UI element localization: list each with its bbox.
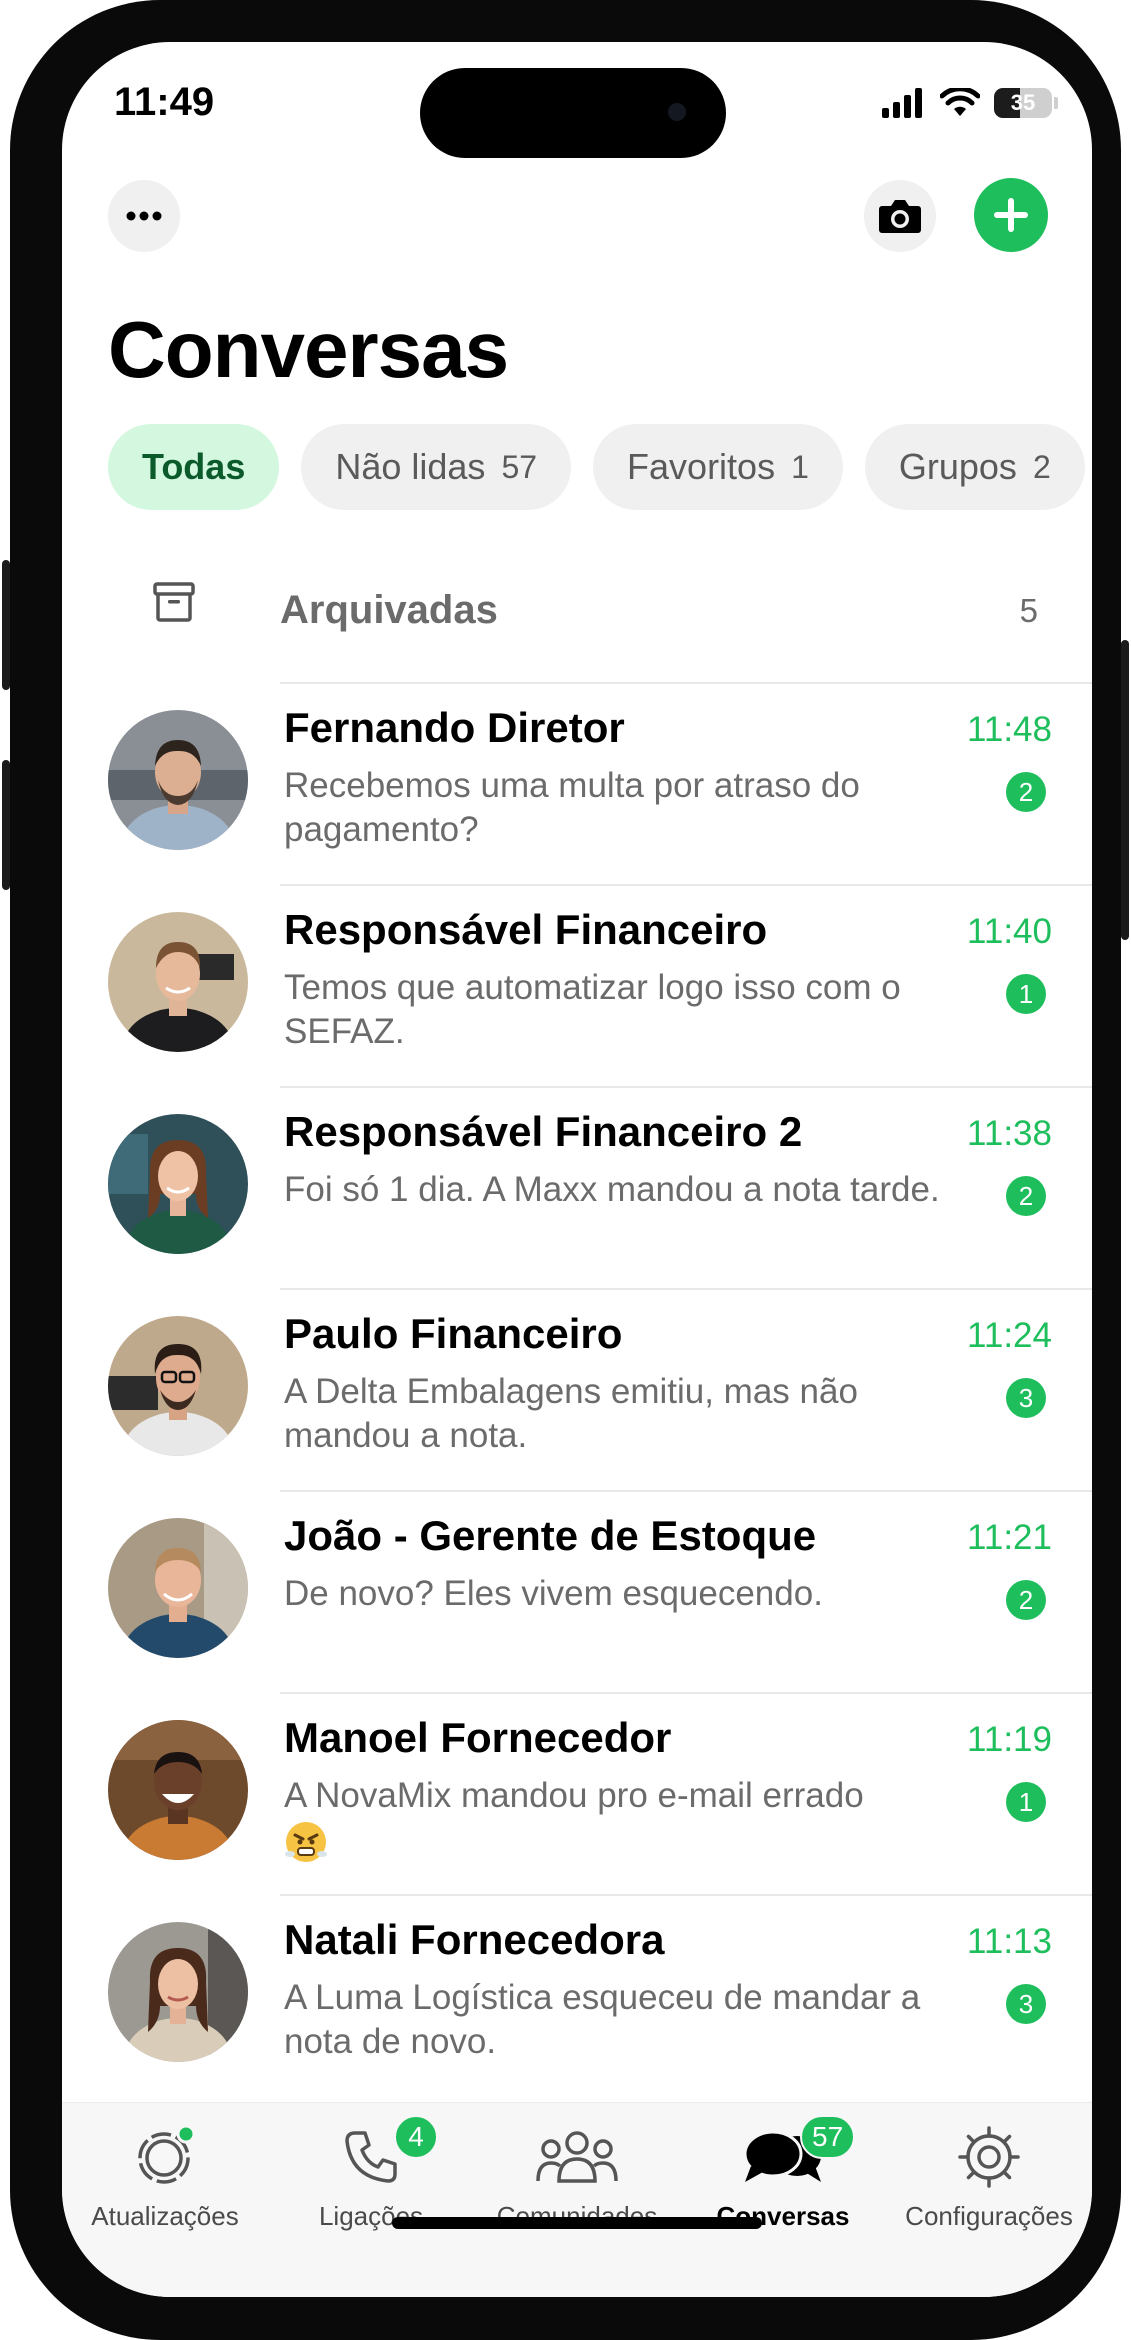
tab-settings[interactable]: Configurações: [886, 2117, 1092, 2232]
front-camera: [668, 103, 686, 121]
angry-face-emoji-icon: [285, 1821, 327, 1862]
chat-preview: A Luma Logística esqueceu de mandar a no…: [284, 1978, 921, 2061]
archived-label: Arquivadas: [280, 588, 498, 632]
chip-label: Não lidas: [335, 446, 486, 487]
avatar: [108, 1922, 248, 2062]
dynamic-island: [420, 68, 726, 158]
tab-chats[interactable]: 57 Conversas: [680, 2115, 886, 2232]
screen: 11:49 35 Conversas Todas Não lidas 57 Fa…: [62, 42, 1092, 2297]
archive-icon: [153, 582, 195, 622]
filter-chip-favorites[interactable]: Favoritos 1: [593, 424, 843, 510]
status-time: 11:49: [114, 80, 215, 124]
chat-time: 11:19: [967, 1720, 1052, 1759]
unread-badge: 1: [1006, 974, 1046, 1014]
archived-count: 5: [1019, 592, 1038, 629]
unread-badge: 2: [1006, 1580, 1046, 1620]
gear-icon: [958, 2126, 1020, 2188]
phone-side-button: [2, 560, 10, 690]
filter-chip-unread[interactable]: Não lidas 57: [301, 424, 572, 510]
new-chat-button[interactable]: [974, 178, 1048, 252]
plus-icon: [994, 198, 1028, 232]
filter-chip-all[interactable]: Todas: [108, 424, 280, 510]
chats-badge: 57: [800, 2115, 856, 2159]
unread-badge: 3: [1006, 1984, 1046, 2024]
chat-preview: Recebemos uma multa por atraso do pagame…: [284, 766, 860, 849]
chat-preview: A NovaMix mandou pro e-mail errado: [284, 1774, 944, 1864]
chat-time: 11:21: [967, 1518, 1052, 1557]
avatar: [108, 1518, 248, 1658]
chat-name: João - Gerente de Estoque: [284, 1512, 817, 1559]
chat-preview: Temos que automatizar logo isso com o SE…: [284, 968, 901, 1051]
tab-updates[interactable]: Atualizações: [62, 2117, 268, 2232]
camera-icon: [879, 200, 921, 233]
chat-row[interactable]: Natali Fornecedora A Luma Logística esqu…: [62, 1896, 1092, 2098]
tab-label: Configurações: [905, 2201, 1073, 2231]
home-indicator[interactable]: [392, 2217, 762, 2229]
avatar: [108, 912, 248, 1052]
chip-count: 57: [501, 448, 538, 485]
chat-time: 11:24: [967, 1316, 1052, 1355]
status-icons: 35: [882, 86, 1058, 120]
chat-row[interactable]: Responsável Financeiro 2 Foi só 1 dia. A…: [62, 1088, 1092, 1290]
tab-calls[interactable]: 4 Ligações: [268, 2115, 474, 2232]
chat-row[interactable]: Responsável Financeiro Temos que automat…: [62, 886, 1092, 1088]
more-icon: [126, 211, 162, 221]
chip-count: 1: [791, 448, 809, 485]
avatar: [108, 1114, 248, 1254]
chat-name: Manoel Fornecedor: [284, 1714, 672, 1761]
signal-icon: [882, 88, 922, 118]
chat-name: Responsável Financeiro: [284, 906, 768, 953]
tab-label: Atualizações: [91, 2201, 239, 2231]
chat-preview: A Delta Embalagens emitiu, mas não mando…: [284, 1372, 858, 1455]
communities-icon: [536, 2131, 618, 2183]
avatar: [108, 1316, 248, 1456]
chat-row[interactable]: Fernando Diretor Recebemos uma multa por…: [62, 684, 1092, 886]
chat-name: Fernando Diretor: [284, 704, 625, 751]
battery-icon: 35: [994, 88, 1058, 118]
avatar: [108, 1720, 248, 1860]
archived-row[interactable]: Arquivadas 5: [62, 550, 1092, 666]
chat-preview-text: A NovaMix mandou pro e-mail errado: [284, 1776, 864, 1815]
phone-side-button: [1121, 640, 1129, 940]
more-options-button[interactable]: [108, 180, 180, 252]
calls-badge: 4: [394, 2115, 438, 2159]
phone-frame: 11:49 35 Conversas Todas Não lidas 57 Fa…: [2, 0, 1129, 2340]
chat-preview: De novo? Eles vivem esquecendo.: [284, 1574, 823, 1613]
filter-chips: Todas Não lidas 57 Favoritos 1 Grupos 2: [108, 424, 1085, 510]
unread-badge: 1: [1006, 1782, 1046, 1822]
chat-row[interactable]: João - Gerente de Estoque De novo? Eles …: [62, 1492, 1092, 1694]
chip-count: 2: [1032, 448, 1051, 485]
chat-row[interactable]: Paulo Financeiro A Delta Embalagens emit…: [62, 1290, 1092, 1492]
chat-time: 11:40: [967, 912, 1052, 951]
battery-level: 35: [1010, 90, 1036, 115]
tab-communities[interactable]: Comunidades: [474, 2117, 680, 2232]
tab-bar: Atualizações 4 Ligações Comunidades 57 C…: [62, 2102, 1092, 2297]
unread-badge: 3: [1006, 1378, 1046, 1418]
chat-preview: Foi só 1 dia. A Maxx mandou a nota tarde…: [284, 1170, 940, 1209]
unread-badge: 2: [1006, 1176, 1046, 1216]
chat-time: 11:48: [967, 710, 1052, 749]
chat-row[interactable]: Manoel Fornecedor A NovaMix mandou pro e…: [62, 1694, 1092, 1896]
phone-side-button: [2, 760, 10, 890]
chip-label: Todas: [142, 446, 246, 487]
chat-name: Natali Fornecedora: [284, 1916, 665, 1963]
chip-label: Favoritos: [627, 446, 776, 487]
chat-name: Responsável Financeiro 2: [284, 1108, 803, 1155]
chat-time: 11:13: [967, 1922, 1052, 1961]
filter-chip-groups[interactable]: Grupos 2: [864, 424, 1085, 510]
unread-badge: 2: [1006, 772, 1046, 812]
camera-button[interactable]: [864, 180, 936, 252]
avatar: [108, 710, 248, 850]
chat-time: 11:38: [967, 1114, 1052, 1153]
chip-label: Grupos: [898, 446, 1017, 487]
chat-name: Paulo Financeiro: [284, 1310, 623, 1357]
page-title: Conversas: [108, 305, 509, 394]
updates-icon: [138, 2124, 196, 2184]
wifi-icon: [940, 88, 980, 116]
phone-icon: [345, 2131, 397, 2183]
